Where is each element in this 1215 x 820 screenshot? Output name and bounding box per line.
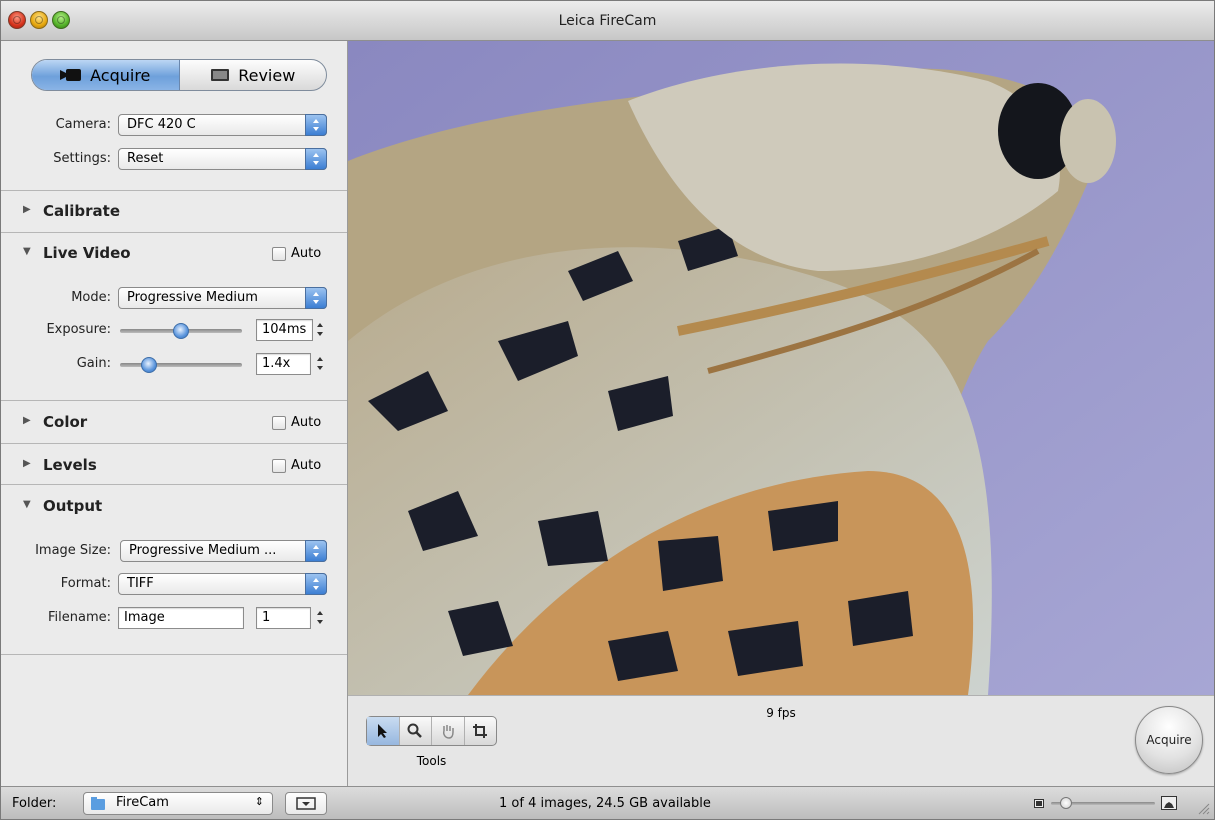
tool-selector <box>366 716 497 746</box>
checkbox-box <box>272 246 286 261</box>
acquire-tab-label: Acquire <box>90 65 151 85</box>
mode-segmented-control: Acquire Review <box>31 59 327 91</box>
title-bar: Leica FireCam <box>1 1 1214 41</box>
specimen-image <box>348 41 1214 695</box>
folder-icon <box>91 797 105 810</box>
popup-updown-icon: ⇕ <box>254 795 264 808</box>
camera-icon <box>60 69 82 81</box>
folder-label: Folder: <box>12 796 57 811</box>
image-size-select-value: Progressive Medium ... <box>129 543 277 558</box>
auto-label: Auto <box>291 246 322 261</box>
format-label: Format: <box>60 576 111 591</box>
disclosure-expanded-icon[interactable]: ▼ <box>23 246 31 257</box>
fps-readout: 9 fps <box>766 706 796 720</box>
color-auto-checkbox[interactable]: Auto <box>272 415 321 430</box>
checkbox-box <box>272 458 286 473</box>
viewer-toolbar: Tools 9 fps Acquire <box>348 695 1214 786</box>
counter-stepper[interactable] <box>314 607 327 629</box>
color-section: ▶ Color Auto <box>1 400 347 443</box>
format-select[interactable]: TIFF <box>118 573 327 595</box>
levels-section: ▶ Levels Auto <box>1 443 347 484</box>
format-select-value: TIFF <box>127 576 154 591</box>
review-tab[interactable]: Review <box>180 60 327 90</box>
checkbox-box <box>272 415 286 430</box>
auto-label: Auto <box>291 415 322 430</box>
camera-label: Camera: <box>55 117 111 132</box>
exposure-slider-knob[interactable] <box>173 323 189 339</box>
tray-icon <box>296 797 316 810</box>
popup-arrows-icon <box>305 114 327 136</box>
folder-action-button[interactable] <box>285 792 327 815</box>
resize-grip-icon[interactable] <box>1196 801 1210 815</box>
popup-arrows-icon <box>305 573 327 595</box>
tools-label: Tools <box>416 754 447 768</box>
monitor-icon <box>211 68 230 81</box>
filename-field[interactable]: Image <box>118 607 244 629</box>
status-message: 1 of 4 images, 24.5 GB available <box>499 796 711 811</box>
mode-select[interactable]: Progressive Medium <box>118 287 327 309</box>
gain-label: Gain: <box>76 356 111 371</box>
live-video-auto-checkbox[interactable]: Auto <box>272 246 321 261</box>
settings-select[interactable]: Reset <box>118 148 327 170</box>
disclosure-collapsed-icon[interactable]: ▶ <box>23 415 31 426</box>
exposure-stepper[interactable] <box>314 319 327 341</box>
review-tab-label: Review <box>238 65 296 85</box>
filename-label: Filename: <box>47 610 111 625</box>
live-video-header[interactable]: Live Video <box>43 244 131 262</box>
hand-icon[interactable] <box>432 717 465 745</box>
popup-arrows-icon <box>305 287 327 309</box>
arrow-icon[interactable] <box>367 717 400 745</box>
image-size-label: Image Size: <box>35 543 111 558</box>
folder-select-value: FireCam <box>116 795 169 810</box>
auto-label: Auto <box>291 458 322 473</box>
popup-arrows-icon <box>305 540 327 562</box>
disclosure-expanded-icon[interactable]: ▼ <box>23 499 31 510</box>
popup-arrows-icon <box>305 148 327 170</box>
levels-auto-checkbox[interactable]: Auto <box>272 458 321 473</box>
output-section: ▼ Output Image Size: Progressive Medium … <box>1 484 347 655</box>
camera-select[interactable]: DFC 420 C <box>118 114 327 136</box>
color-header[interactable]: Color <box>43 413 87 431</box>
control-sidebar: Acquire Review Camera: DFC 420 C Setting… <box>1 41 348 786</box>
acquire-button[interactable]: Acquire <box>1135 706 1203 774</box>
exposure-label: Exposure: <box>46 322 111 337</box>
status-bar: Folder: FireCam ⇕ 1 of 4 images, 24.5 GB… <box>1 786 1214 819</box>
zoom-large-icon <box>1161 796 1177 810</box>
zoom-slider[interactable] <box>1051 797 1155 809</box>
gain-stepper[interactable] <box>314 353 327 375</box>
levels-header[interactable]: Levels <box>43 456 97 474</box>
mode-select-value: Progressive Medium <box>127 290 258 305</box>
exposure-slider[interactable] <box>120 323 242 339</box>
image-size-select[interactable]: Progressive Medium ... <box>120 540 327 562</box>
settings-select-value: Reset <box>127 151 164 166</box>
window-title: Leica FireCam <box>558 13 657 29</box>
gain-slider-knob[interactable] <box>141 357 158 373</box>
zoom-icon[interactable] <box>400 717 432 745</box>
gain-slider[interactable] <box>120 357 242 373</box>
gain-field[interactable]: 1.4x <box>256 353 311 375</box>
disclosure-collapsed-icon[interactable]: ▶ <box>23 204 31 215</box>
calibrate-header[interactable]: Calibrate <box>43 202 120 220</box>
calibrate-section: ▶ Calibrate <box>1 190 347 232</box>
live-video-section: ▼ Live Video Auto Mode: Progressive Medi… <box>1 232 347 400</box>
zoom-small-icon <box>1034 799 1044 808</box>
settings-label: Settings: <box>53 151 111 166</box>
zoom-slider-knob[interactable] <box>1060 797 1073 809</box>
mode-label: Mode: <box>71 290 111 305</box>
folder-select[interactable]: FireCam ⇕ <box>83 792 273 815</box>
crop-icon[interactable] <box>465 717 497 745</box>
live-image-view[interactable] <box>348 41 1214 695</box>
app-window: Leica FireCam Acquire Review Camera: DFC… <box>0 0 1215 820</box>
camera-select-value: DFC 420 C <box>127 117 196 132</box>
exposure-field[interactable]: 104ms <box>256 319 313 341</box>
disclosure-collapsed-icon[interactable]: ▶ <box>23 458 31 469</box>
acquire-tab[interactable]: Acquire <box>32 60 180 90</box>
counter-field[interactable]: 1 <box>256 607 311 629</box>
output-header[interactable]: Output <box>43 497 102 515</box>
